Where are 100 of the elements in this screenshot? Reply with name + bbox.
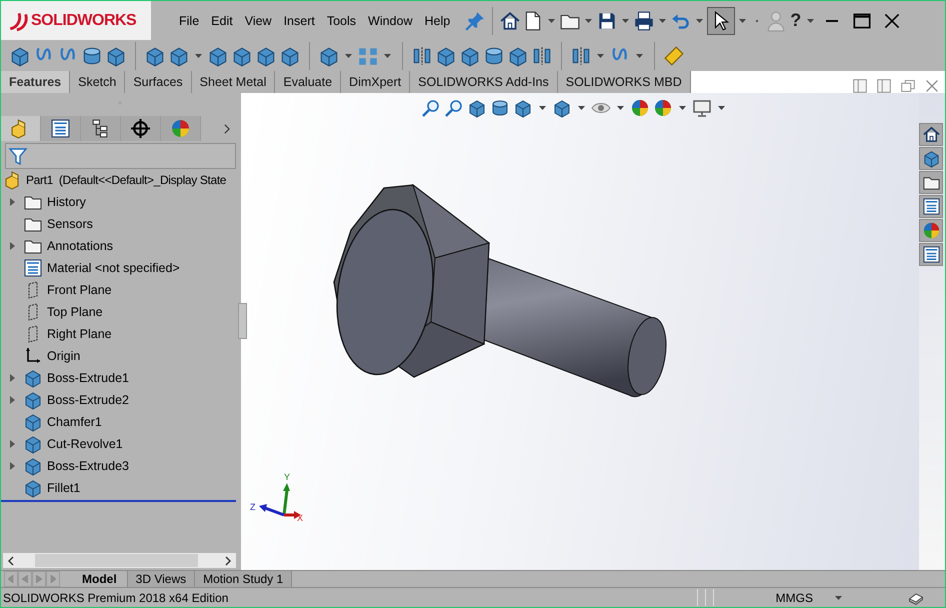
minimize-icon <box>826 20 838 22</box>
tree-item[interactable]: Part1 (Default<<Default>_Display State <box>26 173 226 187</box>
caret-icon[interactable] <box>718 106 725 110</box>
axis-triad-drawing <box>259 483 301 519</box>
filter-field[interactable] <box>5 143 236 169</box>
caret-icon[interactable] <box>679 106 686 110</box>
task-pane-button[interactable] <box>919 195 943 218</box>
tree-item[interactable]: Origin <box>47 349 80 363</box>
cursor-button[interactable] <box>707 6 736 34</box>
panel-tab[interactable] <box>41 116 81 141</box>
handle-icon[interactable] <box>116 99 124 107</box>
tree-item[interactable]: Fillet1 <box>47 481 80 495</box>
axes-icon <box>23 346 43 366</box>
menu-item[interactable]: Tools <box>320 12 362 30</box>
caret-icon[interactable] <box>622 18 630 22</box>
tree-item[interactable]: Front Plane <box>47 283 112 297</box>
menu-item[interactable]: Help <box>418 12 456 30</box>
caret-icon[interactable] <box>659 18 666 22</box>
tree-item[interactable]: Cut-Revolve1 <box>47 437 123 451</box>
color-ball-icon <box>170 118 191 139</box>
menu-item[interactable]: Window <box>362 12 418 30</box>
horizontal-scrollbar[interactable] <box>3 553 236 568</box>
mirror-icon[interactable] <box>531 44 553 66</box>
tree-item[interactable]: History <box>47 195 86 209</box>
home-icon <box>922 125 940 144</box>
expand-arrow-icon[interactable] <box>10 396 14 404</box>
expand-arrow-icon[interactable] <box>10 242 14 250</box>
menu-item[interactable]: View <box>238 12 278 30</box>
triangle-icon <box>8 575 14 583</box>
expand-arrow-icon[interactable] <box>10 374 14 382</box>
home-icon[interactable] <box>499 10 522 32</box>
search-icon[interactable] <box>444 98 464 118</box>
cube-icon <box>23 478 43 498</box>
menu-item[interactable]: Edit <box>205 12 239 30</box>
document-tab[interactable]: Motion Study 1 <box>195 571 292 587</box>
task-pane-button[interactable] <box>919 243 943 266</box>
task-pane-button[interactable] <box>919 171 943 194</box>
expand-arrow-icon[interactable] <box>10 198 14 206</box>
cylinder-icon[interactable] <box>490 98 510 118</box>
caret-icon[interactable] <box>384 54 391 58</box>
crosshair-icon <box>130 118 151 139</box>
caret-icon[interactable] <box>617 106 624 110</box>
tree-item[interactable]: Sensors <box>47 217 93 231</box>
status-text: SOLIDWORKS Premium 2018 x64 Edition <box>2 590 230 604</box>
task-pane-button[interactable] <box>919 123 943 146</box>
filter-icon[interactable] <box>8 146 28 166</box>
caret-icon[interactable] <box>548 18 556 22</box>
printer-icon[interactable] <box>633 10 656 32</box>
caret-icon[interactable] <box>345 54 352 58</box>
tile-icon[interactable] <box>851 77 869 95</box>
tree-item[interactable]: Right Plane <box>47 327 112 341</box>
caret-icon[interactable] <box>636 54 643 58</box>
search-icon[interactable] <box>421 98 441 118</box>
expand-arrow-icon[interactable] <box>10 440 14 448</box>
caret-icon[interactable] <box>578 106 585 110</box>
document-tab[interactable]: 3D Views <box>128 571 196 587</box>
cube-icon <box>23 368 43 388</box>
splitter-handle[interactable] <box>238 303 247 339</box>
tree-item[interactable]: Boss-Extrude2 <box>47 393 129 407</box>
color-ball-icon[interactable] <box>630 98 650 118</box>
tree-item[interactable]: Boss-Extrude3 <box>47 459 129 473</box>
chevron-right-icon[interactable] <box>224 556 232 566</box>
expand-arrow-icon[interactable] <box>10 462 14 470</box>
ruler-icon[interactable] <box>663 44 685 66</box>
caret-icon[interactable] <box>696 18 704 22</box>
cube-icon <box>922 149 940 168</box>
tree-item[interactable]: Chamfer1 <box>47 415 102 429</box>
caret-icon[interactable] <box>739 18 746 22</box>
tree-item[interactable]: Top Plane <box>47 305 103 319</box>
tree-item[interactable]: Boss-Extrude1 <box>47 371 129 385</box>
axis-label: X <box>297 513 304 523</box>
help-button[interactable]: ? <box>788 10 804 31</box>
cube-icon[interactable] <box>467 98 487 118</box>
caret-icon[interactable] <box>539 106 546 110</box>
menu-item[interactable]: Insert <box>278 12 321 30</box>
list-icon <box>922 197 940 216</box>
caret-icon[interactable] <box>597 54 604 58</box>
menu-item[interactable]: File <box>173 12 206 30</box>
cube-icon[interactable] <box>513 98 533 118</box>
caret-icon[interactable] <box>807 18 814 22</box>
chevron-left-icon[interactable] <box>7 556 15 566</box>
caret-icon[interactable] <box>835 596 842 600</box>
cube-icon[interactable] <box>552 98 572 118</box>
tile-icon[interactable] <box>875 77 893 95</box>
panel-tab[interactable] <box>81 116 121 141</box>
mirror-icon[interactable] <box>570 44 592 66</box>
caret-icon[interactable] <box>585 18 592 22</box>
units-label[interactable]: MMGS <box>776 590 813 604</box>
cube-icon <box>23 390 43 410</box>
color-ball-icon[interactable] <box>653 98 673 118</box>
restore-icon[interactable] <box>899 77 917 95</box>
tree-item[interactable]: Annotations <box>47 239 114 253</box>
axis-label: Y <box>284 472 290 482</box>
tree-item[interactable]: Material <not specified> <box>47 261 180 275</box>
command-tab[interactable]: Features <box>1 71 70 93</box>
caret-icon[interactable] <box>195 54 202 58</box>
mirror-icon[interactable] <box>411 44 433 66</box>
panel-tab[interactable] <box>121 116 161 141</box>
monitor-icon[interactable] <box>692 98 712 118</box>
triangle-icon <box>50 575 56 583</box>
